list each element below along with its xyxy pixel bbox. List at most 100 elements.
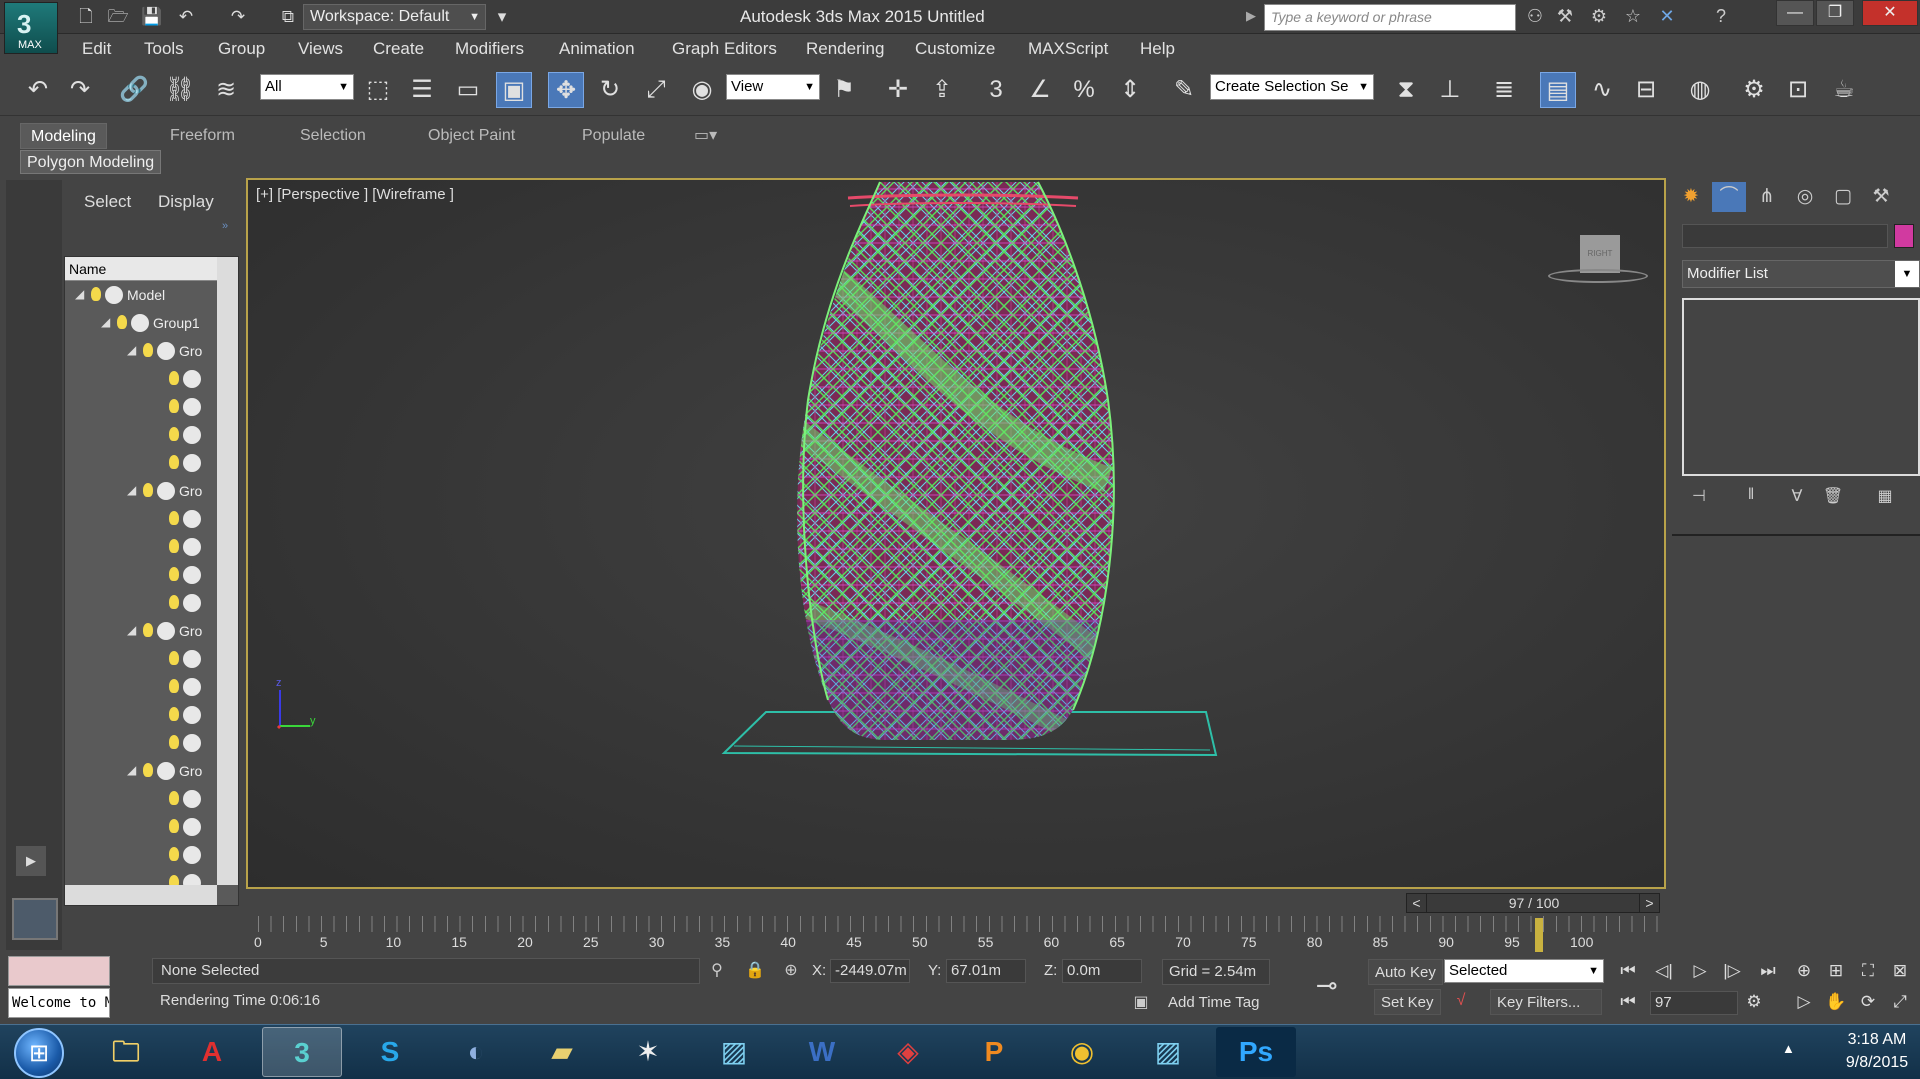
zoom-icon[interactable]: ⊕ bbox=[1790, 958, 1818, 984]
light-bulb-icon[interactable] bbox=[169, 819, 179, 833]
save-icon[interactable]: 💾 bbox=[140, 6, 164, 28]
time-slider-prev-icon[interactable]: < bbox=[1407, 894, 1427, 912]
scene-tree-row[interactable] bbox=[65, 421, 221, 449]
mirror-icon[interactable]: ⧗ bbox=[1388, 72, 1424, 108]
light-bulb-icon[interactable] bbox=[169, 651, 179, 665]
light-bulb-icon[interactable] bbox=[169, 427, 179, 441]
sketchup-icon[interactable]: ◈ bbox=[868, 1027, 948, 1077]
scene-tree-row[interactable] bbox=[65, 841, 221, 869]
ribbon-tab-selection[interactable]: Selection bbox=[290, 123, 376, 149]
visibility-icon[interactable] bbox=[157, 762, 175, 780]
menu-graph-editors[interactable]: Graph Editors bbox=[672, 39, 777, 59]
keyboard-shortcut-override-icon[interactable]: ⇪ bbox=[924, 72, 960, 108]
modify-tab-icon[interactable]: ⌒ bbox=[1712, 182, 1746, 212]
default-tangents-icon[interactable]: √ bbox=[1450, 992, 1472, 1014]
go-to-start-icon[interactable]: ⏮ bbox=[1614, 958, 1642, 984]
search-expand-icon[interactable]: ▶ bbox=[1246, 8, 1256, 24]
powerpoint-icon[interactable]: P bbox=[954, 1027, 1034, 1077]
pin-stack-icon[interactable]: ⊣ bbox=[1684, 486, 1714, 510]
new-file-icon[interactable]: 🗋 bbox=[74, 6, 98, 28]
select-manipulate-icon[interactable]: ✛ bbox=[880, 72, 916, 108]
scene-tree-row[interactable] bbox=[65, 589, 221, 617]
visibility-icon[interactable] bbox=[183, 678, 201, 696]
pan-view-icon[interactable]: ✋ bbox=[1822, 989, 1850, 1015]
menu-maxscript[interactable]: MAXScript bbox=[1028, 39, 1108, 59]
expand-triangle-icon[interactable]: ◢ bbox=[127, 763, 136, 777]
scene-tree-row[interactable]: ◢ Gro bbox=[65, 757, 221, 785]
folder-icon[interactable]: ▰ bbox=[522, 1027, 602, 1077]
menu-tools[interactable]: Tools bbox=[144, 39, 184, 59]
visibility-icon[interactable] bbox=[183, 594, 201, 612]
scene-tab-display[interactable]: Display bbox=[158, 192, 214, 211]
visibility-icon[interactable] bbox=[157, 482, 175, 500]
select-and-rotate-icon[interactable]: ↻ bbox=[592, 72, 628, 108]
show-hidden-icons-icon[interactable]: ▲ bbox=[1782, 1041, 1795, 1056]
scene-horizontal-scrollbar[interactable] bbox=[65, 885, 217, 905]
track-bar-current-frame[interactable] bbox=[1534, 918, 1543, 952]
exchange-x-icon[interactable]: ✕ bbox=[1654, 6, 1680, 28]
z-coordinate-field[interactable]: 0.0m bbox=[1062, 959, 1142, 983]
visibility-icon[interactable] bbox=[157, 342, 175, 360]
help-icon[interactable]: ? bbox=[1708, 6, 1734, 28]
ribbon-options-icon[interactable]: ▭▾ bbox=[684, 123, 727, 149]
undo-icon[interactable]: ↶ bbox=[20, 72, 56, 108]
light-bulb-icon[interactable] bbox=[169, 707, 179, 721]
subscription-icon[interactable]: ⚒ bbox=[1552, 6, 1578, 28]
scene-tree-row[interactable] bbox=[65, 729, 221, 757]
light-bulb-icon[interactable] bbox=[143, 343, 153, 357]
search-input[interactable]: Type a keyword or phrase bbox=[1264, 4, 1516, 31]
align-icon[interactable]: ⊥ bbox=[1432, 72, 1468, 108]
light-bulb-icon[interactable] bbox=[169, 567, 179, 581]
chrome-icon[interactable]: ◉ bbox=[1042, 1027, 1122, 1077]
named-selection-dropdown[interactable]: Create Selection Se ▼ bbox=[1210, 74, 1374, 100]
select-and-move-icon[interactable]: ✥ bbox=[548, 72, 584, 108]
scene-tree-row[interactable]: ◢ Gro bbox=[65, 477, 221, 505]
visibility-icon[interactable] bbox=[183, 706, 201, 724]
light-bulb-icon[interactable] bbox=[169, 595, 179, 609]
time-slider[interactable]: < 97 / 100 > bbox=[1406, 893, 1660, 913]
light-bulb-icon[interactable] bbox=[169, 679, 179, 693]
material-editor-icon[interactable]: ◍ bbox=[1682, 72, 1718, 108]
menu-help[interactable]: Help bbox=[1140, 39, 1175, 59]
maxscript-listener[interactable]: Welcome to M bbox=[8, 956, 110, 1022]
minimize-button[interactable]: — bbox=[1776, 0, 1814, 26]
object-name-field[interactable] bbox=[1682, 224, 1888, 248]
current-frame-field[interactable]: 97 bbox=[1650, 991, 1738, 1015]
ribbon-tab-populate[interactable]: Populate bbox=[572, 123, 655, 149]
curve-editor-icon[interactable]: ∿ bbox=[1584, 72, 1620, 108]
image-viewer-icon[interactable]: ▨ bbox=[1128, 1027, 1208, 1077]
scene-vertical-scrollbar[interactable] bbox=[217, 257, 238, 885]
photoshop-icon[interactable]: Ps bbox=[1216, 1027, 1296, 1077]
pivot-center-icon[interactable]: ⚑ bbox=[826, 72, 862, 108]
scene-tree-row[interactable] bbox=[65, 533, 221, 561]
expand-play-icon[interactable]: ▶ bbox=[16, 846, 46, 876]
ribbon-tab-object-paint[interactable]: Object Paint bbox=[418, 123, 525, 149]
auto-key-button[interactable]: Auto Key bbox=[1368, 959, 1443, 985]
expand-triangle-icon[interactable]: ◢ bbox=[75, 287, 84, 301]
percent-snap-icon[interactable]: % bbox=[1066, 72, 1102, 108]
light-bulb-icon[interactable] bbox=[117, 315, 127, 329]
light-bulb-icon[interactable] bbox=[91, 287, 101, 301]
viewport-layout-thumb[interactable] bbox=[12, 898, 58, 940]
previous-frame-icon[interactable]: ◁| bbox=[1650, 958, 1678, 984]
light-bulb-icon[interactable] bbox=[143, 623, 153, 637]
ribbon-tab-freeform[interactable]: Freeform bbox=[160, 123, 245, 149]
zoom-extents-all-icon[interactable]: ⊠ bbox=[1886, 958, 1914, 984]
ribbon-tab-modeling[interactable]: Modeling bbox=[20, 123, 107, 149]
scene-tree-row[interactable] bbox=[65, 393, 221, 421]
next-frame-icon[interactable]: |▷ bbox=[1718, 958, 1746, 984]
select-and-place-icon[interactable]: ◉ bbox=[684, 72, 720, 108]
favorites-star-icon[interactable]: ☆ bbox=[1620, 6, 1646, 28]
visibility-icon[interactable] bbox=[105, 286, 123, 304]
expand-triangle-icon[interactable]: ◢ bbox=[127, 483, 136, 497]
visibility-icon[interactable] bbox=[183, 734, 201, 752]
maximize-viewport-icon[interactable]: ⤢ bbox=[1886, 989, 1914, 1015]
photo-viewer-icon[interactable]: ▨ bbox=[694, 1027, 774, 1077]
set-key-button[interactable]: Set Key bbox=[1374, 989, 1441, 1015]
redo-icon[interactable]: ↷ bbox=[62, 72, 98, 108]
visibility-icon[interactable] bbox=[183, 790, 201, 808]
menu-animation[interactable]: Animation bbox=[559, 39, 635, 59]
utilities-tab-icon[interactable]: ⚒ bbox=[1864, 182, 1898, 212]
file-explorer-icon[interactable]: 🗀 bbox=[86, 1027, 166, 1077]
key-mode-toggle-icon[interactable]: ⏮ bbox=[1614, 989, 1642, 1015]
